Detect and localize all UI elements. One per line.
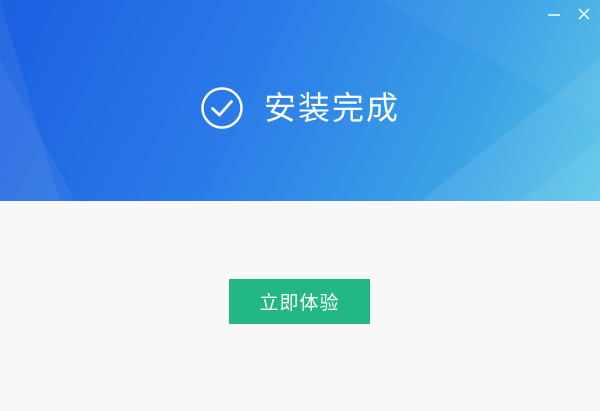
header-banner: 安装完成 (0, 0, 600, 201)
main-content: 立即体验 (0, 201, 600, 411)
try-now-button[interactable]: 立即体验 (229, 279, 370, 324)
install-complete-text: 安装完成 (263, 89, 400, 127)
minimize-button[interactable] (546, 6, 562, 22)
installer-window: 安装完成 立即体验 (0, 0, 600, 411)
close-icon (578, 8, 590, 20)
check-circle-icon (201, 87, 243, 129)
close-button[interactable] (576, 6, 592, 22)
install-status: 安装完成 (0, 86, 600, 130)
window-controls (546, 6, 592, 22)
minimize-icon (548, 14, 560, 16)
